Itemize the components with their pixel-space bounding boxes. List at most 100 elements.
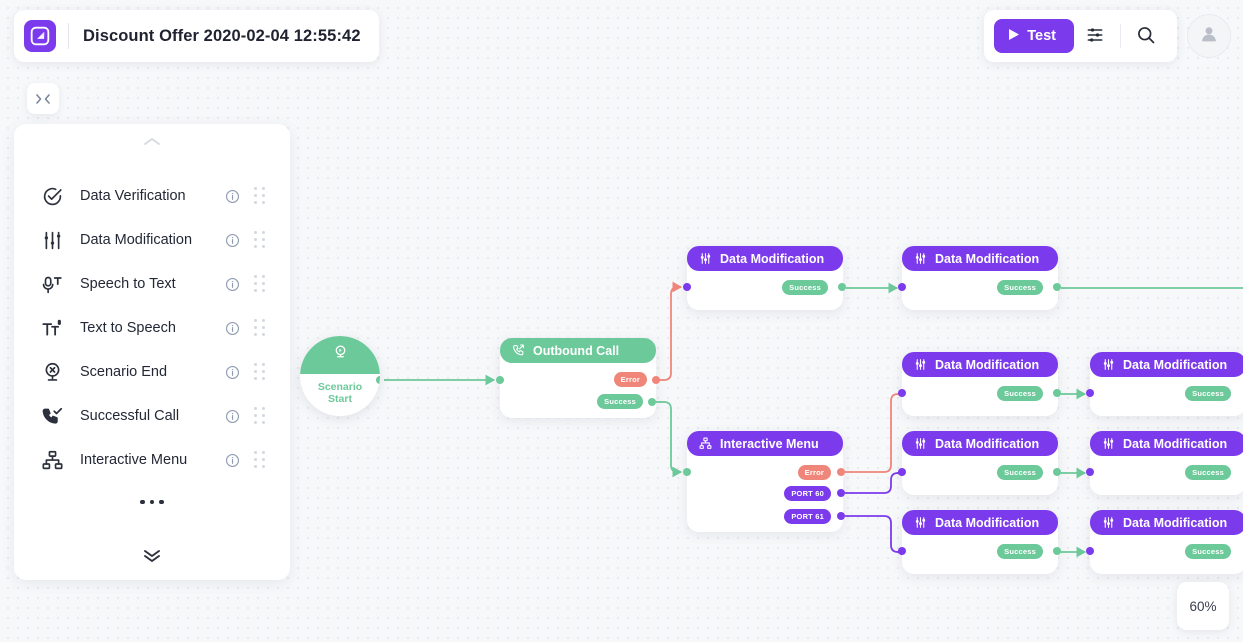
sidebar-item-data-verification[interactable]: Data Verification [14,174,290,218]
sidebar-item-label: Speech to Text [80,276,176,292]
sliders-icon [42,230,68,251]
sliders-icon [914,252,927,265]
drag-handle-icon[interactable] [254,231,268,249]
chevron-down-icon [142,548,162,568]
node-in-port[interactable] [898,468,906,476]
node-title: Data Modification [935,436,1040,451]
port-success-dot[interactable] [838,283,846,291]
info-icon[interactable] [225,453,240,468]
sliders-icon [1102,437,1115,450]
node-header: Outbound Call [500,338,656,363]
collapse-panel-button[interactable] [27,83,59,114]
node-title: Interactive Menu [720,436,819,451]
node-header: Data Modification [902,352,1058,377]
sidebar-item-interactive-menu[interactable]: Interactive Menu [14,438,290,482]
info-icon[interactable] [225,365,240,380]
sidebar-item-scenario-end[interactable]: Scenario End [14,350,290,394]
port-success[interactable]: Success [997,386,1043,401]
node-in-port[interactable] [1086,468,1094,476]
port-success-dot[interactable] [1053,468,1061,476]
node-title: Data Modification [1123,436,1228,451]
node-data-modification-6[interactable]: Data Modification Success [1086,431,1243,495]
start-node-line2: Start [328,393,352,405]
node-data-modification-8[interactable]: Data Modification Success [1086,510,1243,574]
sidebar-scroll-down-button[interactable] [14,536,290,580]
port-success[interactable]: Success [1185,386,1231,401]
sliders-icon [914,516,927,529]
drag-handle-icon[interactable] [254,407,268,425]
node-in-port[interactable] [1086,389,1094,397]
port-success[interactable]: Success [782,280,828,295]
port-61[interactable]: PORT 61 [784,509,831,524]
info-icon[interactable] [225,409,240,424]
port-error[interactable]: Error [613,372,647,387]
node-in-port[interactable] [1086,547,1094,555]
node-data-modification-7[interactable]: Data Modification Success [898,510,1061,574]
info-icon[interactable] [225,189,240,204]
node-title: Data Modification [1123,515,1228,530]
test-button-label: Test [1027,28,1056,44]
port-60-dot[interactable] [837,489,845,497]
port-61-dot[interactable] [837,512,845,520]
zoom-level-indicator[interactable]: 60% [1177,582,1229,630]
search-icon [1136,25,1156,48]
test-button[interactable]: Test [994,19,1074,53]
sidebar-more-button[interactable] [14,482,290,522]
port-success[interactable]: Success [997,280,1043,295]
node-in-port[interactable] [898,389,906,397]
node-scenario-start[interactable]: Scenario Start [300,336,380,416]
node-in-port[interactable] [898,283,906,291]
node-data-modification-1[interactable]: Data Modification Success [683,246,846,310]
port-error-dot[interactable] [652,376,660,384]
info-icon[interactable] [225,321,240,336]
node-in-port[interactable] [898,547,906,555]
sidebar-item-speech-to-text[interactable]: Speech to Text [14,262,290,306]
info-icon[interactable] [225,277,240,292]
sliders-icon [1102,358,1115,371]
search-button[interactable] [1125,16,1167,56]
sidebar-block-list: Data Verification Data Modification Spee… [14,168,290,536]
sidebar-item-text-to-speech[interactable]: Text to Speech [14,306,290,350]
port-success[interactable]: Success [1185,465,1231,480]
node-interactive-menu[interactable]: Interactive Menu Error PORT 60 PORT 61 [683,431,845,532]
user-avatar[interactable] [1187,14,1231,58]
node-in-port[interactable] [496,376,504,384]
play-icon [1009,28,1020,44]
node-outbound-call[interactable]: Outbound Call Error Success [496,338,660,418]
node-title: Data Modification [1123,357,1228,372]
port-success-dot[interactable] [1053,547,1061,555]
port-success-dot[interactable] [648,398,656,406]
node-title: Data Modification [935,251,1040,266]
drag-handle-icon[interactable] [254,451,268,469]
node-data-modification-3[interactable]: Data Modification Success [898,352,1061,416]
settings-button[interactable] [1074,16,1116,56]
port-success[interactable]: Success [997,544,1043,559]
scenario-title-card[interactable]: Discount Offer 2020-02-04 12:55:42 [14,10,379,62]
check-circle-icon [42,186,68,207]
drag-handle-icon[interactable] [254,363,268,381]
sidebar-scroll-up-button[interactable] [14,124,290,168]
port-success[interactable]: Success [597,394,643,409]
start-node-out-port[interactable] [376,376,380,384]
node-data-modification-5[interactable]: Data Modification Success [898,431,1061,495]
port-success[interactable]: Success [1185,544,1231,559]
title-divider [68,23,69,49]
drag-handle-icon[interactable] [254,319,268,337]
port-error[interactable]: Error [797,465,831,480]
port-success[interactable]: Success [997,465,1043,480]
node-title: Data Modification [935,515,1040,530]
drag-handle-icon[interactable] [254,187,268,205]
port-60[interactable]: PORT 60 [784,486,831,501]
drag-handle-icon[interactable] [254,275,268,293]
node-in-port[interactable] [683,468,691,476]
sidebar-item-successful-call[interactable]: Successful Call [14,394,290,438]
node-data-modification-4[interactable]: Data Modification Success [1086,352,1243,416]
sidebar-item-data-modification[interactable]: Data Modification [14,218,290,262]
node-data-modification-2[interactable]: Data Modification Success [898,246,1061,310]
node-in-port[interactable] [683,283,691,291]
port-error-dot[interactable] [837,468,845,476]
port-success-dot[interactable] [1053,283,1061,291]
info-icon[interactable] [225,233,240,248]
port-success-dot[interactable] [1053,389,1061,397]
node-title: Data Modification [935,357,1040,372]
